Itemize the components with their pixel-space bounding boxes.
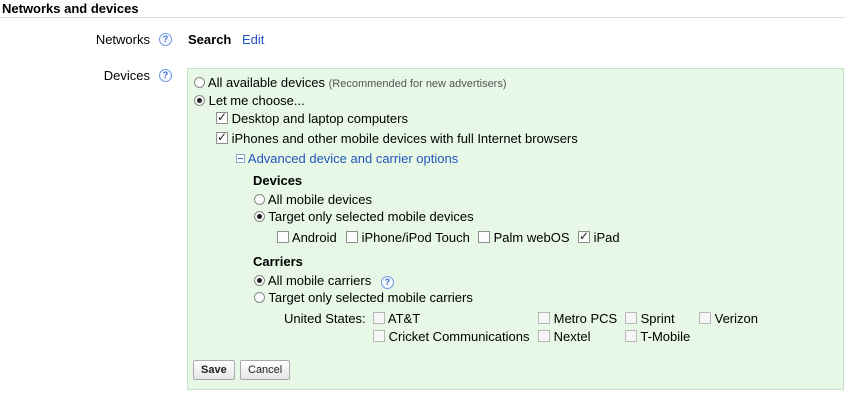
metropcs-label: Metro PCS xyxy=(553,311,618,326)
palm-label: Palm webOS xyxy=(493,230,570,245)
att-label: AT&T xyxy=(387,311,421,326)
desktop-option[interactable]: Desktop and laptop computers xyxy=(216,110,408,126)
device-ipad[interactable]: iPad xyxy=(578,229,620,245)
advanced-options-toggle[interactable]: Advanced device and carrier options xyxy=(236,151,458,166)
all-carriers-label: All mobile carriers xyxy=(267,273,372,288)
advanced-options-link[interactable]: Advanced device and carrier options xyxy=(248,151,458,166)
all-devices-label: All available devices xyxy=(207,75,325,90)
desktop-label: Desktop and laptop computers xyxy=(231,111,408,126)
carrier-sprint[interactable]: Sprint xyxy=(625,311,675,326)
all-mobile-devices-label: All mobile devices xyxy=(267,192,372,207)
verizon-checkbox[interactable] xyxy=(699,312,711,324)
cricket-checkbox[interactable] xyxy=(373,330,385,342)
devices-label: Devices xyxy=(103,68,150,83)
cancel-button[interactable]: Cancel xyxy=(240,360,291,380)
all-devices-option[interactable]: All available devices (Recommended for n… xyxy=(194,75,507,90)
let-me-choose-label: Let me choose... xyxy=(208,93,305,108)
verizon-label: Verizon xyxy=(714,311,758,326)
collapse-icon[interactable] xyxy=(236,154,245,163)
target-carriers-radio[interactable] xyxy=(254,292,265,303)
carrier-nextel[interactable]: Nextel xyxy=(538,329,590,344)
networks-help-icon[interactable]: ? xyxy=(159,33,172,46)
carrier-verizon[interactable]: Verizon xyxy=(699,311,758,326)
desktop-checkbox[interactable] xyxy=(216,110,228,124)
metropcs-checkbox[interactable] xyxy=(538,312,550,324)
carrier-att[interactable]: AT&T xyxy=(373,311,420,326)
let-me-choose-option[interactable]: Let me choose... xyxy=(194,93,305,108)
target-carriers-option[interactable]: Target only selected mobile carriers xyxy=(254,290,473,305)
palm-checkbox[interactable] xyxy=(478,231,490,243)
networks-edit-link[interactable]: Edit xyxy=(242,32,264,47)
ipad-checkbox[interactable] xyxy=(578,229,590,243)
sprint-checkbox[interactable] xyxy=(625,312,637,324)
let-me-choose-radio[interactable] xyxy=(194,95,205,106)
target-mobile-devices-option[interactable]: Target only selected mobile devices xyxy=(254,209,474,224)
carriers-heading: Carriers xyxy=(253,254,303,269)
carrier-cricket[interactable]: Cricket Communications xyxy=(373,329,530,344)
all-carriers-radio[interactable] xyxy=(254,275,265,286)
section-title: Networks and devices xyxy=(2,1,139,16)
cricket-label: Cricket Communications xyxy=(388,329,530,344)
all-carriers-option[interactable]: All mobile carriers ? xyxy=(254,273,394,289)
carriers-help-icon[interactable]: ? xyxy=(380,276,394,289)
device-iphone[interactable]: iPhone/iPod Touch xyxy=(346,230,470,245)
mobile-devices-heading: Devices xyxy=(253,173,303,188)
att-checkbox[interactable] xyxy=(373,312,385,324)
mobile-label: iPhones and other mobile devices with fu… xyxy=(231,131,578,146)
android-checkbox[interactable] xyxy=(277,231,289,243)
all-devices-note: (Recommended for new advertisers) xyxy=(328,78,507,90)
all-mobile-devices-option[interactable]: All mobile devices xyxy=(254,192,372,207)
carrier-tmobile[interactable]: T-Mobile xyxy=(625,329,690,344)
save-button[interactable]: Save xyxy=(193,360,235,380)
iphone-label: iPhone/iPod Touch xyxy=(361,230,470,245)
devices-help-icon[interactable]: ? xyxy=(159,69,172,82)
networks-label: Networks xyxy=(95,32,150,47)
networks-value: Search xyxy=(188,32,232,47)
tmobile-checkbox[interactable] xyxy=(625,330,637,342)
carrier-metropcs[interactable]: Metro PCS xyxy=(538,311,617,326)
nextel-checkbox[interactable] xyxy=(538,330,550,342)
mobile-option[interactable]: iPhones and other mobile devices with fu… xyxy=(216,130,578,146)
iphone-checkbox[interactable] xyxy=(346,231,358,243)
section-divider xyxy=(0,17,845,18)
ipad-label: iPad xyxy=(593,230,620,245)
target-carriers-label: Target only selected mobile carriers xyxy=(268,290,473,305)
tmobile-label: T-Mobile xyxy=(640,329,691,344)
device-android[interactable]: Android xyxy=(277,230,337,245)
sprint-label: Sprint xyxy=(640,311,675,326)
target-mobile-devices-radio[interactable] xyxy=(254,211,265,222)
nextel-label: Nextel xyxy=(553,329,591,344)
target-mobile-devices-label: Target only selected mobile devices xyxy=(268,209,474,224)
all-mobile-devices-radio[interactable] xyxy=(254,194,265,205)
mobile-checkbox[interactable] xyxy=(216,130,228,144)
all-devices-radio[interactable] xyxy=(194,77,205,88)
device-palm[interactable]: Palm webOS xyxy=(478,230,570,245)
android-label: Android xyxy=(291,230,337,245)
carriers-country-label: United States: xyxy=(284,311,366,326)
